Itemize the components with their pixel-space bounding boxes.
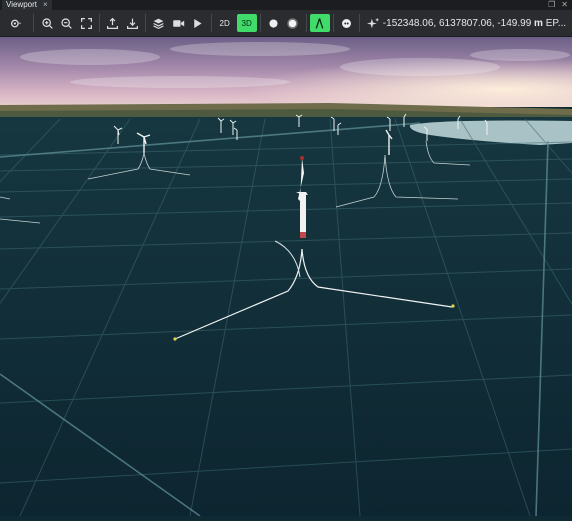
zoom-out-icon <box>61 17 72 29</box>
tab-title: Viewport <box>6 0 37 9</box>
layers-icon <box>153 18 164 29</box>
close-tab-icon[interactable]: × <box>43 0 48 10</box>
upload-button[interactable] <box>103 13 123 33</box>
compass-icon <box>315 17 324 29</box>
coords-value: -152348.06, 6137807.06, -149.99 <box>382 17 532 29</box>
layers-button[interactable] <box>149 13 169 33</box>
sea-surface <box>0 117 572 516</box>
coords-unit: m <box>534 17 543 29</box>
light-sphere-button[interactable] <box>264 13 284 33</box>
mode-2d-toggle[interactable]: 2D <box>215 14 235 32</box>
download-icon <box>126 18 138 29</box>
play-button[interactable] <box>188 13 208 33</box>
upload-icon <box>107 17 119 29</box>
viewport-toolbar: 2D 3D -152348.06, 6137807.06, -149.99 m … <box>0 10 572 37</box>
light-sphere-icon <box>269 18 278 28</box>
sparkle-button[interactable] <box>363 13 383 33</box>
camera-icon <box>173 19 185 27</box>
close-window-icon[interactable]: ✕ <box>561 0 568 10</box>
play-icon <box>194 18 202 28</box>
zoom-out-button[interactable] <box>57 13 77 33</box>
gear-icon <box>11 19 22 27</box>
tab-viewport[interactable]: Viewport × <box>2 0 52 10</box>
glow-sphere-icon <box>287 17 299 29</box>
settings-button[interactable] <box>3 13 30 33</box>
glow-sphere-button[interactable] <box>283 13 303 33</box>
compass-toggle[interactable] <box>309 14 330 32</box>
record-button[interactable] <box>337 13 357 33</box>
tab-bar: Viewport × ❐ ✕ <box>0 0 572 10</box>
zoom-in-icon <box>42 17 53 29</box>
record-icon <box>342 18 351 28</box>
zoom-in-button[interactable] <box>37 13 57 33</box>
camera-button[interactable] <box>169 13 189 33</box>
sparkle-icon <box>366 17 379 28</box>
scene-viewport[interactable] <box>0 37 572 517</box>
fit-view-icon <box>80 17 92 29</box>
fit-view-button[interactable] <box>76 13 96 33</box>
coordinate-readout: -152348.06, 6137807.06, -149.99 m EP... <box>383 18 566 29</box>
restore-icon[interactable]: ❐ <box>548 0 555 10</box>
mode-3d-toggle[interactable]: 3D <box>236 14 257 32</box>
scene-canvas <box>0 37 572 517</box>
coords-crs: EP... <box>545 17 567 29</box>
download-button[interactable] <box>123 13 143 33</box>
